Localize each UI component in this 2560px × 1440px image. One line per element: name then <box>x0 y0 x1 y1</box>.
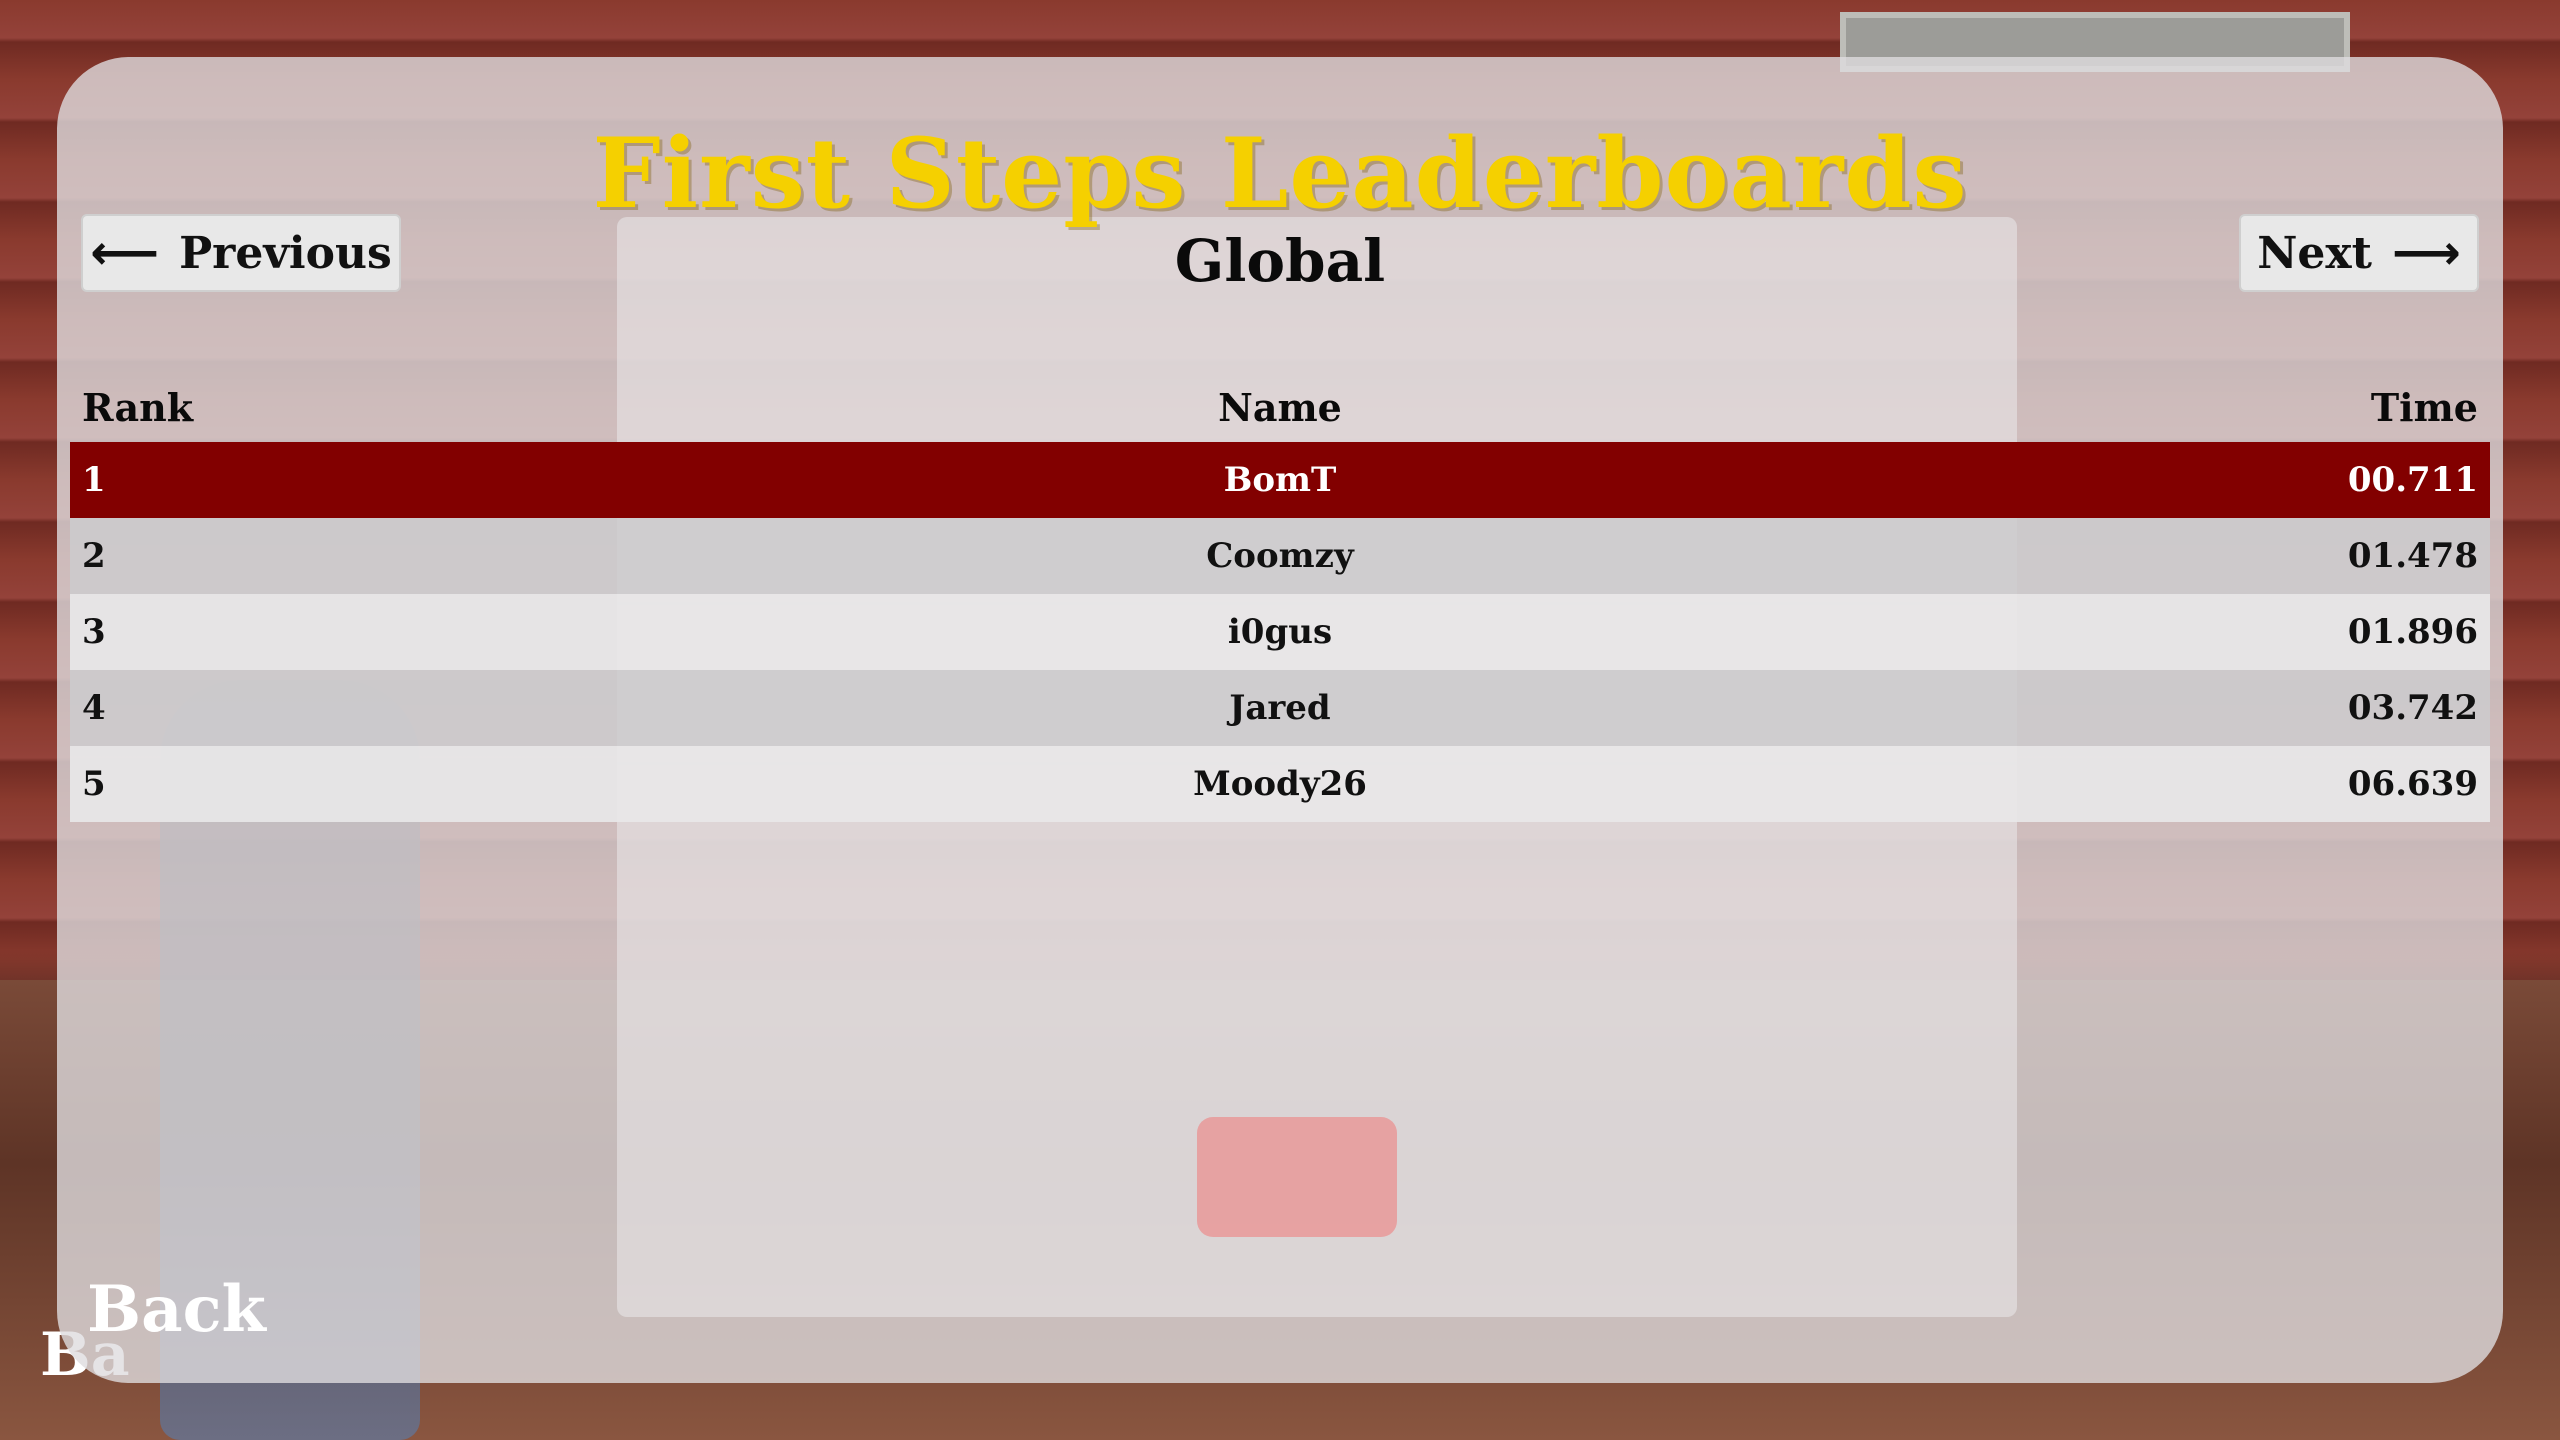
table-row[interactable]: 1 BomT 00.711 <box>70 442 2490 518</box>
column-header-name: Name <box>1218 384 1342 430</box>
row-name: i0gus <box>1227 612 1333 652</box>
next-button[interactable]: Next ⟶ <box>2239 214 2479 292</box>
row-rank: 2 <box>82 536 106 576</box>
blurred-background-button <box>1197 1117 1397 1237</box>
next-button-label: Next <box>2257 227 2372 279</box>
table-header: Rank Name Time <box>70 372 2490 442</box>
row-rank: 1 <box>82 460 106 500</box>
column-header-rank: Rank <box>82 384 194 430</box>
table-row[interactable]: 2 Coomzy 01.478 <box>70 518 2490 594</box>
row-time: 00.711 <box>2347 460 2478 500</box>
row-rank: 4 <box>82 688 106 728</box>
row-time: 01.896 <box>2347 612 2478 652</box>
row-rank: 3 <box>82 612 106 652</box>
row-rank: 5 <box>82 764 106 804</box>
row-name: Coomzy <box>1206 536 1354 576</box>
back-button[interactable]: Back <box>87 1272 266 1347</box>
row-name: Moody26 <box>1193 764 1367 804</box>
leaderboard-scope: Global <box>1174 227 1386 295</box>
table-row[interactable]: 3 i0gus 01.896 <box>70 594 2490 670</box>
arrow-right-icon: ⟶ <box>2391 225 2461 281</box>
row-time: 01.478 <box>2347 536 2478 576</box>
page-title: First Steps Leaderboards <box>592 117 1968 230</box>
row-name: BomT <box>1223 460 1337 500</box>
column-header-time: Time <box>2370 384 2478 430</box>
row-name: Jared <box>1229 688 1331 728</box>
row-time: 06.639 <box>2347 764 2478 804</box>
leaderboard-table: Rank Name Time 1 BomT 00.711 2 Coomzy 01… <box>70 372 2490 822</box>
leaderboard-panel: First Steps Leaderboards ⟵ Previous Glob… <box>57 57 2503 1383</box>
row-time: 03.742 <box>2347 688 2478 728</box>
table-row[interactable]: 4 Jared 03.742 <box>70 670 2490 746</box>
table-row[interactable]: 5 Moody26 06.639 <box>70 746 2490 822</box>
